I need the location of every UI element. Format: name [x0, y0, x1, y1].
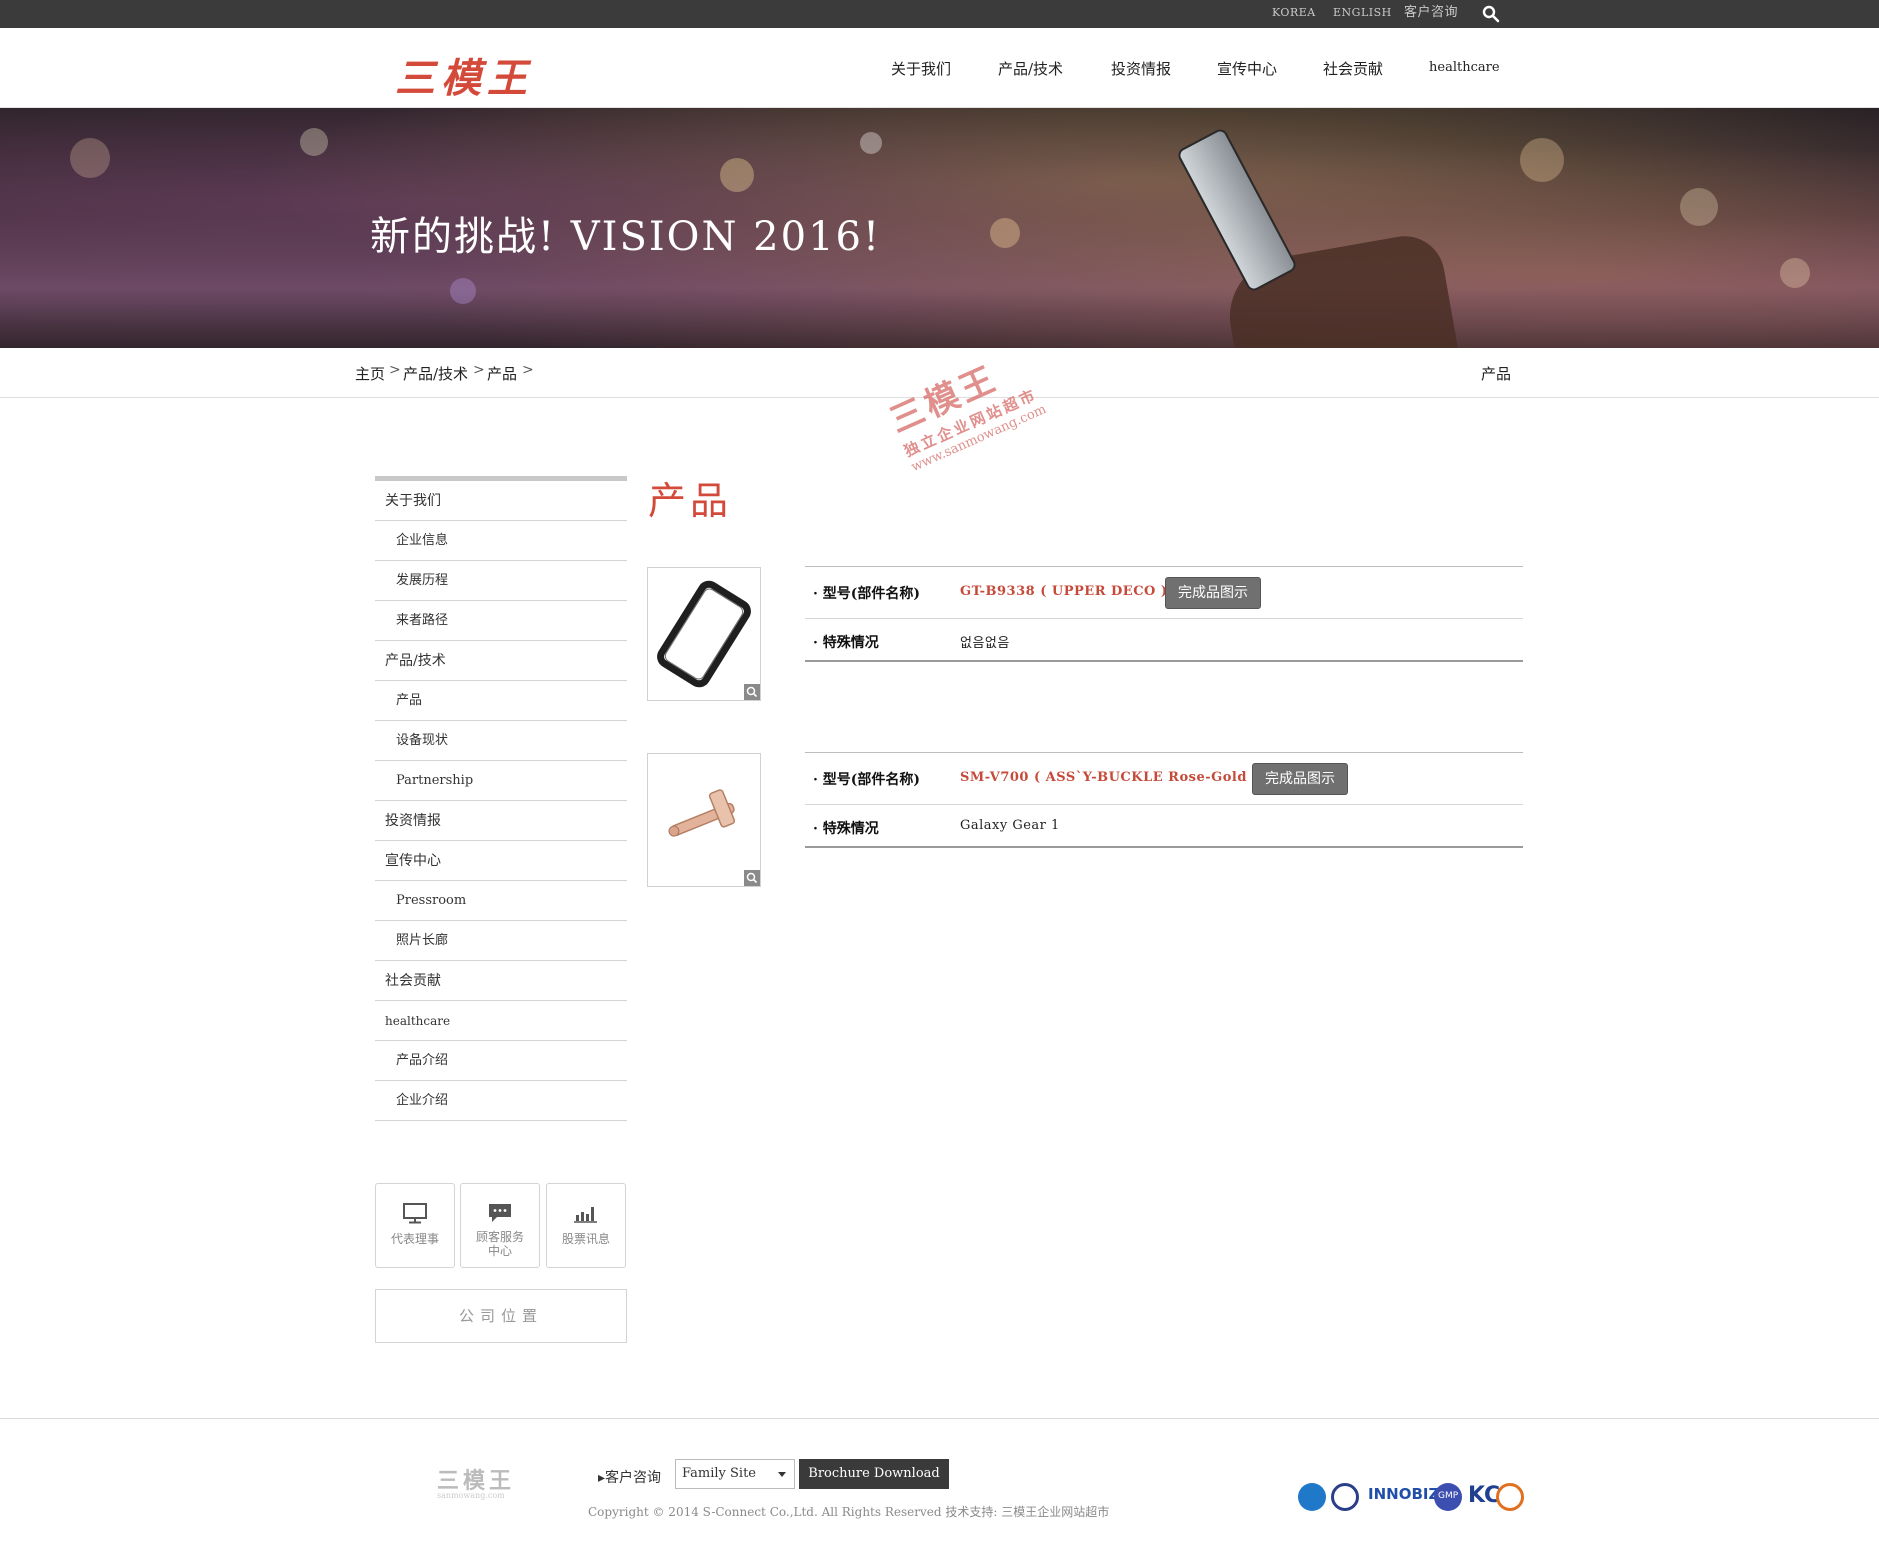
q-cert-icon: [1496, 1483, 1524, 1511]
page-title: 产品: [648, 479, 733, 523]
sidebar-item-products-tech[interactable]: 产品/技术: [375, 641, 627, 681]
sidebar-item-directions[interactable]: 来者路径: [375, 601, 627, 641]
sidebar-item-healthcare[interactable]: healthcare: [375, 1001, 627, 1041]
chevron-right-icon: >: [473, 362, 485, 378]
nav-pr-center[interactable]: 宣传中心: [1217, 58, 1277, 79]
caret-right-icon: ▸: [598, 1470, 606, 1486]
site-footer: 三模王 sanmowang.com ▸客户咨询 Family Site Broc…: [0, 1418, 1879, 1557]
copyright-text: Copyright © 2014 S-Connect Co.,Ltd. All …: [588, 1505, 1110, 1519]
nav-investment[interactable]: 投资情报: [1111, 58, 1171, 79]
sidebar-item-product-intro[interactable]: 产品介绍: [375, 1041, 627, 1081]
finished-product-button[interactable]: 完成品图示: [1252, 763, 1348, 795]
family-site-select[interactable]: Family Site: [675, 1459, 795, 1489]
quick-ceo-label: 代表理事: [390, 1232, 439, 1246]
nav-products[interactable]: 产品/技术: [998, 58, 1063, 79]
quick-service-label: 顾客服务 中心: [475, 1230, 524, 1258]
quick-ceo-button[interactable]: 代表理事: [375, 1183, 455, 1268]
chat-icon: [489, 1204, 511, 1222]
breadcrumb-home[interactable]: 主页: [355, 363, 385, 384]
nav-about[interactable]: 关于我们: [891, 58, 951, 79]
model-value: SM-V700 ( ASS`Y-BUCKLE Rose-Gold ): [960, 770, 1259, 785]
innobiz-logo: INNOBIZ: [1368, 1485, 1440, 1503]
product-thumbnail[interactable]: [647, 753, 761, 887]
footer-logo-sub: sanmowang.com: [437, 1491, 505, 1500]
sidebar-item-partnership[interactable]: Partnership: [375, 761, 627, 801]
special-value: 없음없음: [960, 636, 1010, 651]
hero-banner: 新的挑战! VISION 2016!: [0, 108, 1879, 348]
nav-healthcare[interactable]: healthcare: [1429, 60, 1500, 75]
bar-chart-icon: [574, 1207, 597, 1223]
sidebar-item-pr-center[interactable]: 宣传中心: [375, 841, 627, 881]
search-icon[interactable]: [1482, 5, 1500, 23]
product-special-row: · 特殊情况 Galaxy Gear 1: [805, 806, 1523, 848]
model-label: · 型号(部件名称): [813, 772, 920, 788]
model-value: GT-B9338 ( UPPER DECO ): [960, 584, 1168, 599]
chevron-down-icon: [778, 1472, 786, 1477]
sidebar-item-equipment[interactable]: 设备现状: [375, 721, 627, 761]
sidebar-item-pressroom[interactable]: Pressroom: [375, 881, 627, 921]
zoom-icon[interactable]: [744, 684, 760, 700]
sidebar-item-history[interactable]: 发展历程: [375, 561, 627, 601]
special-label: · 特殊情况: [813, 635, 879, 651]
top-consult-link[interactable]: 客户咨询: [1404, 0, 1458, 28]
sidebar-item-gallery[interactable]: 照片长廊: [375, 921, 627, 961]
e-cert-icon: [1298, 1483, 1326, 1511]
quick-service-button[interactable]: 顾客服务 中心: [460, 1183, 540, 1268]
site-header: 三模王 关于我们 产品/技术 投资情报 宣传中心 社会贡献 healthcare: [0, 28, 1879, 108]
finished-product-button[interactable]: 完成品图示: [1165, 577, 1261, 609]
hero-title: 新的挑战! VISION 2016!: [370, 214, 882, 260]
gmp-cert-icon: GMP: [1434, 1483, 1462, 1511]
product-model-row: · 型号(部件名称) GT-B9338 ( UPPER DECO ) 完成品图示: [805, 566, 1523, 619]
sidebar-nav: 关于我们 企业信息 发展历程 来者路径 产品/技术 产品 设备现状 Partne…: [375, 476, 627, 1121]
nav-social[interactable]: 社会贡献: [1323, 58, 1383, 79]
k-cert-icon: [1331, 1483, 1359, 1511]
sidebar-item-company-intro[interactable]: 企业介绍: [375, 1081, 627, 1121]
sidebar-item-company-info[interactable]: 企业信息: [375, 521, 627, 561]
brochure-download-button[interactable]: Brochure Download: [799, 1459, 949, 1489]
breadcrumb-current: 产品: [1481, 365, 1512, 383]
top-utility-bar: KOREA ENGLISH 客户咨询: [0, 0, 1879, 28]
chevron-right-icon: >: [389, 362, 401, 378]
zoom-icon[interactable]: [744, 870, 760, 886]
breadcrumb-products-tech[interactable]: 产品/技术: [403, 363, 468, 384]
smartphone-image: [1175, 126, 1299, 294]
lang-korea-link[interactable]: KOREA: [1272, 0, 1316, 28]
product-buckle-image: [668, 789, 736, 837]
chevron-right-icon: >: [522, 362, 534, 378]
product-thumbnail[interactable]: [647, 567, 761, 701]
quick-stock-label: 股票讯息: [561, 1232, 610, 1246]
site-logo[interactable]: 三模王: [395, 46, 533, 104]
breadcrumb-products[interactable]: 产品: [487, 363, 517, 384]
lang-english-link[interactable]: ENGLISH: [1333, 0, 1392, 28]
product-bumper-image: [657, 580, 751, 688]
sidebar-item-products[interactable]: 产品: [375, 681, 627, 721]
sidebar-item-investment[interactable]: 投资情报: [375, 801, 627, 841]
model-label: · 型号(部件名称): [813, 586, 920, 602]
footer-consult-link[interactable]: ▸客户咨询: [598, 1467, 661, 1487]
product-model-row: · 型号(部件名称) SM-V700 ( ASS`Y-BUCKLE Rose-G…: [805, 752, 1523, 805]
sidebar-item-about[interactable]: 关于我们: [375, 481, 627, 521]
monitor-icon: [403, 1203, 427, 1224]
company-location-button[interactable]: 公司位置: [375, 1289, 627, 1343]
sidebar-item-social[interactable]: 社会贡献: [375, 961, 627, 1001]
special-label: · 特殊情况: [813, 821, 879, 837]
quick-stock-button[interactable]: 股票讯息: [546, 1183, 626, 1268]
product-special-row: · 特殊情况 없음없음: [805, 620, 1523, 662]
special-value: Galaxy Gear 1: [960, 818, 1060, 833]
